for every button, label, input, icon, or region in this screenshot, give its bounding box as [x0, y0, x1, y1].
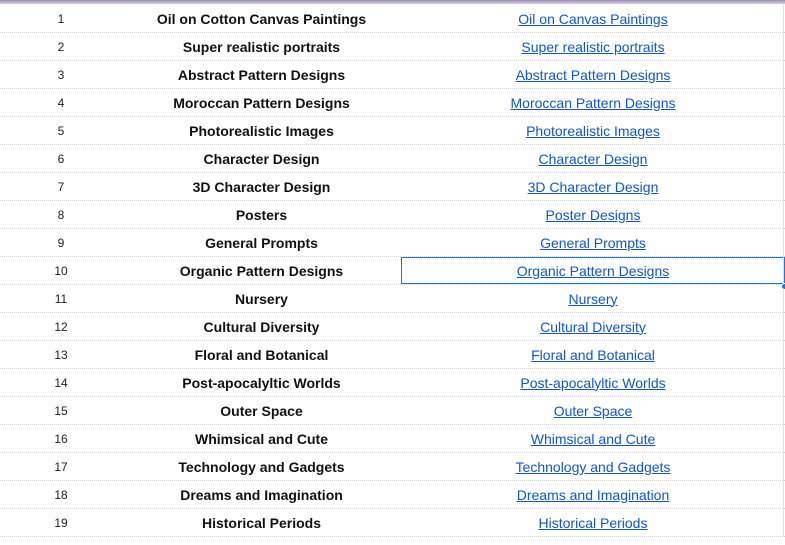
selection-fill-handle[interactable] — [781, 283, 785, 290]
row-number-cell[interactable]: 2 — [0, 33, 122, 60]
category-link[interactable]: Moroccan Pattern Designs — [401, 89, 785, 116]
category-cell[interactable]: Moroccan Pattern Designs — [122, 89, 401, 116]
category-link[interactable]: Technology and Gadgets — [401, 453, 785, 480]
category-link[interactable]: 3D Character Design — [401, 173, 785, 200]
category-cell[interactable]: Whimsical and Cute — [122, 425, 401, 452]
category-link[interactable]: General Prompts — [401, 229, 785, 256]
category-cell[interactable]: Dreams and Imagination — [122, 481, 401, 508]
category-link[interactable]: Super realistic portraits — [401, 33, 785, 60]
category-cell[interactable]: Post-apocalyltic Worlds — [122, 369, 401, 396]
sheet-right-border — [783, 5, 784, 537]
category-link-selected[interactable]: Organic Pattern Designs — [401, 257, 785, 284]
category-cell[interactable]: Floral and Botanical — [122, 341, 401, 368]
category-cell[interactable]: Technology and Gadgets — [122, 453, 401, 480]
category-cell[interactable]: Posters — [122, 201, 401, 228]
category-cell[interactable]: Historical Periods — [122, 509, 401, 536]
table-row: 12 Cultural Diversity Cultural Diversity — [0, 313, 785, 341]
category-link[interactable]: Cultural Diversity — [401, 313, 785, 340]
category-cell[interactable]: General Prompts — [122, 229, 401, 256]
row-number-cell[interactable]: 10 — [0, 257, 122, 284]
category-cell[interactable]: 3D Character Design — [122, 173, 401, 200]
row-number-cell[interactable]: 7 — [0, 173, 122, 200]
category-link[interactable]: Abstract Pattern Designs — [401, 61, 785, 88]
table-row: 15 Outer Space Outer Space — [0, 397, 785, 425]
category-cell[interactable]: Super realistic portraits — [122, 33, 401, 60]
table-row: 10 Organic Pattern Designs Organic Patte… — [0, 257, 785, 285]
row-number-cell[interactable]: 3 — [0, 61, 122, 88]
table-row: 4 Moroccan Pattern Designs Moroccan Patt… — [0, 89, 785, 117]
category-link[interactable]: Dreams and Imagination — [401, 481, 785, 508]
row-number-cell[interactable]: 5 — [0, 117, 122, 144]
category-cell[interactable]: Character Design — [122, 145, 401, 172]
row-number-cell[interactable]: 1 — [0, 5, 122, 32]
category-cell[interactable]: Abstract Pattern Designs — [122, 61, 401, 88]
row-number-cell[interactable]: 18 — [0, 481, 122, 508]
category-cell[interactable]: Photorealistic Images — [122, 117, 401, 144]
category-link[interactable]: Outer Space — [401, 397, 785, 424]
row-number-cell[interactable]: 4 — [0, 89, 122, 116]
table-row: 1 Oil on Cotton Canvas Paintings Oil on … — [0, 5, 785, 33]
table-row: 17 Technology and Gadgets Technology and… — [0, 453, 785, 481]
category-cell[interactable]: Organic Pattern Designs — [122, 257, 401, 284]
spreadsheet-grid: 1 Oil on Cotton Canvas Paintings Oil on … — [0, 5, 785, 537]
row-number-cell[interactable]: 17 — [0, 453, 122, 480]
row-number-cell[interactable]: 11 — [0, 285, 122, 312]
category-link[interactable]: Photorealistic Images — [401, 117, 785, 144]
row-number-cell[interactable]: 8 — [0, 201, 122, 228]
table-row: 5 Photorealistic Images Photorealistic I… — [0, 117, 785, 145]
table-row: 9 General Prompts General Prompts — [0, 229, 785, 257]
top-border — [0, 0, 785, 4]
table-row: 7 3D Character Design 3D Character Desig… — [0, 173, 785, 201]
row-number-cell[interactable]: 14 — [0, 369, 122, 396]
row-number-cell[interactable]: 16 — [0, 425, 122, 452]
row-number-cell[interactable]: 6 — [0, 145, 122, 172]
table-row: 11 Nursery Nursery — [0, 285, 785, 313]
table-row: 3 Abstract Pattern Designs Abstract Patt… — [0, 61, 785, 89]
row-number-cell[interactable]: 12 — [0, 313, 122, 340]
row-number-cell[interactable]: 15 — [0, 397, 122, 424]
category-link[interactable]: Character Design — [401, 145, 785, 172]
table-row: 14 Post-apocalyltic Worlds Post-apocalyl… — [0, 369, 785, 397]
row-number-cell[interactable]: 9 — [0, 229, 122, 256]
category-link[interactable]: Floral and Botanical — [401, 341, 785, 368]
table-row: 6 Character Design Character Design — [0, 145, 785, 173]
category-link[interactable]: Poster Designs — [401, 201, 785, 228]
table-row: 18 Dreams and Imagination Dreams and Ima… — [0, 481, 785, 509]
category-cell[interactable]: Nursery — [122, 285, 401, 312]
table-row: 2 Super realistic portraits Super realis… — [0, 33, 785, 61]
category-link[interactable]: Oil on Canvas Paintings — [401, 5, 785, 32]
category-link[interactable]: Whimsical and Cute — [401, 425, 785, 452]
category-link[interactable]: Nursery — [401, 285, 785, 312]
table-row: 8 Posters Poster Designs — [0, 201, 785, 229]
table-row: 19 Historical Periods Historical Periods — [0, 509, 785, 537]
category-link[interactable]: Historical Periods — [401, 509, 785, 536]
category-cell[interactable]: Oil on Cotton Canvas Paintings — [122, 5, 401, 32]
table-row: 13 Floral and Botanical Floral and Botan… — [0, 341, 785, 369]
row-number-cell[interactable]: 19 — [0, 509, 122, 536]
table-row: 16 Whimsical and Cute Whimsical and Cute — [0, 425, 785, 453]
row-number-cell[interactable]: 13 — [0, 341, 122, 368]
category-link[interactable]: Post-apocalyltic Worlds — [401, 369, 785, 396]
category-cell[interactable]: Cultural Diversity — [122, 313, 401, 340]
category-cell[interactable]: Outer Space — [122, 397, 401, 424]
